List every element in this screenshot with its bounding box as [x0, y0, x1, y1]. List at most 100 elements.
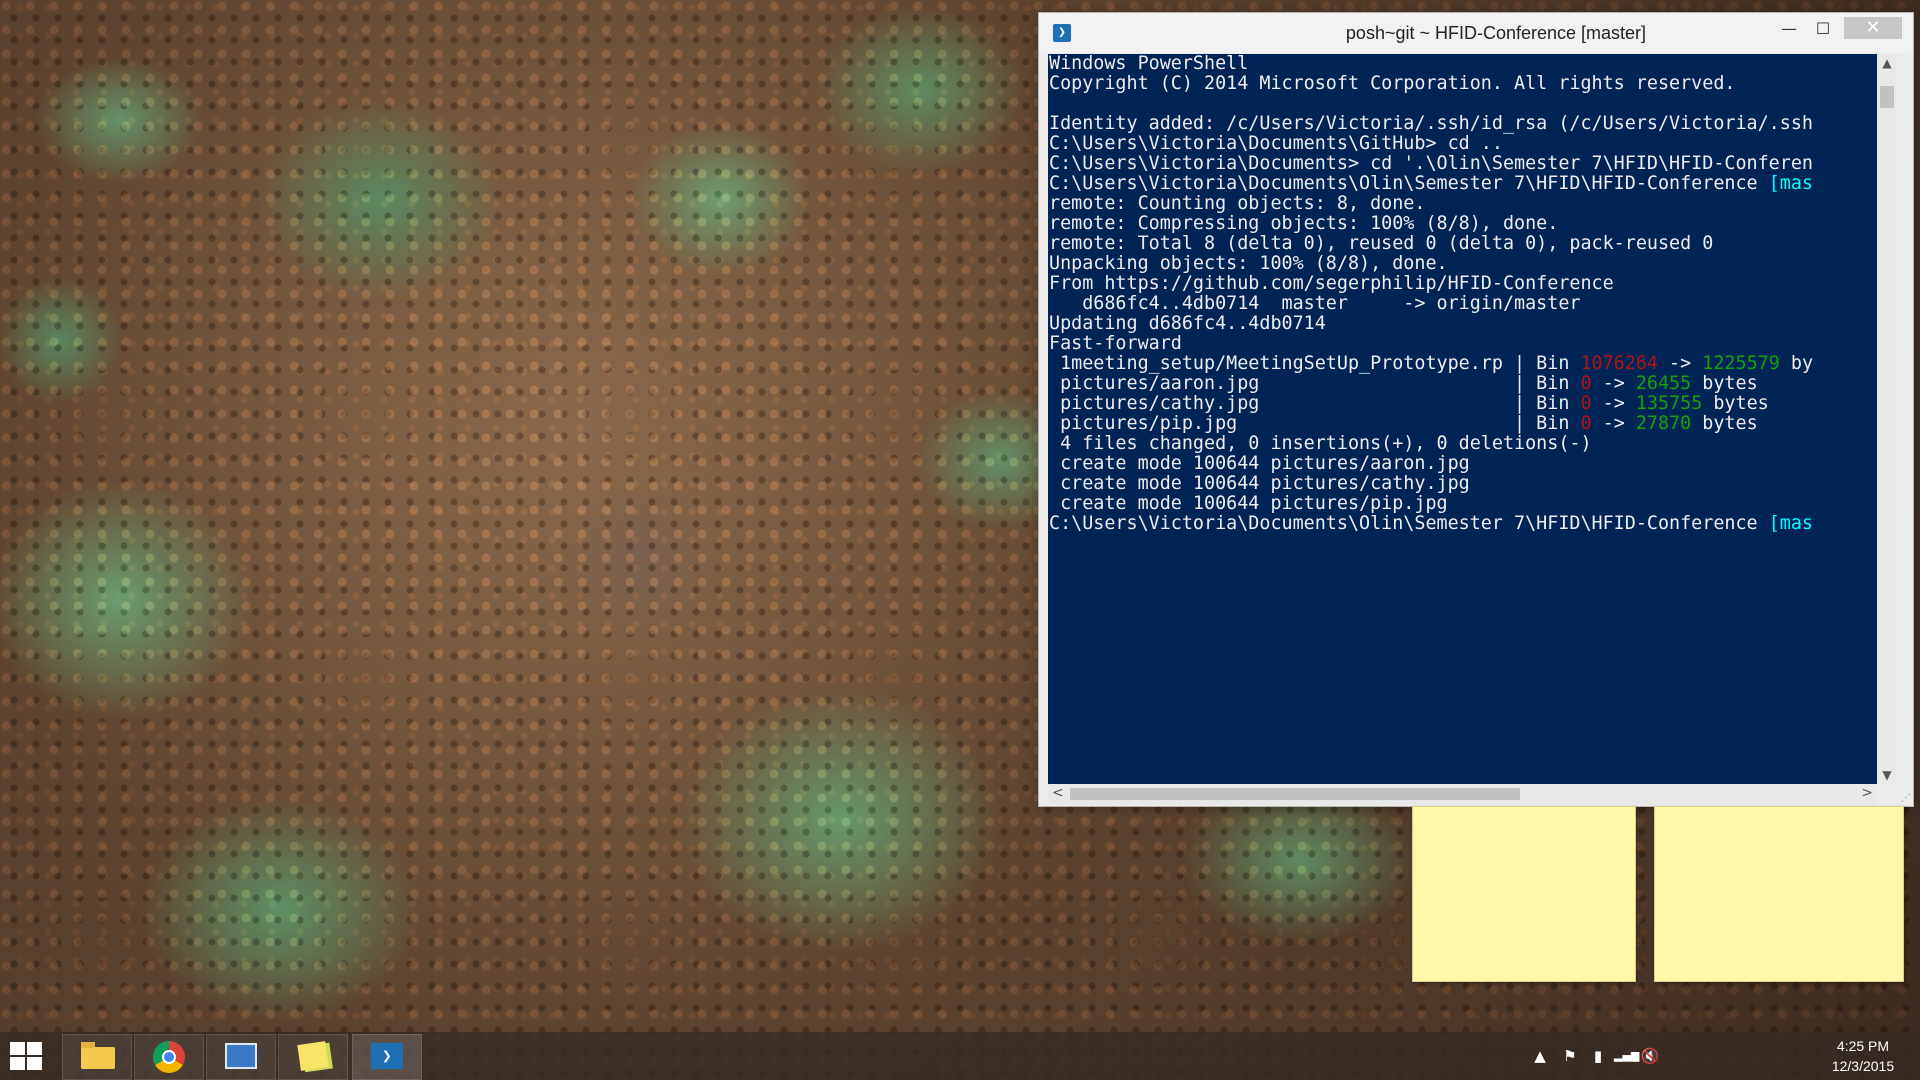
taskbar-control-panel[interactable]	[206, 1034, 276, 1080]
taskbar: ❯ ▲ ⚑ ▮ ▂▄▆ 🔇 4:25 PM 12/3/2015	[0, 1032, 1920, 1080]
console-segment: 27870	[1635, 413, 1692, 434]
taskbar-chrome[interactable]	[134, 1034, 204, 1080]
battery-icon[interactable]: ▮	[1588, 1044, 1608, 1068]
console-segment: create mode 100644 pictures/cathy.jpg	[1049, 473, 1470, 494]
console-segment: C:\Users\Victoria\Documents> cd '.\Olin\…	[1049, 153, 1813, 174]
console-segment: Updating d686fc4..4db0714	[1049, 313, 1326, 334]
console-segment: C:\Users\Victoria\Documents\Olin\Semeste…	[1049, 173, 1769, 194]
console-segment: 0	[1580, 393, 1592, 414]
control-panel-icon	[225, 1043, 257, 1069]
console-line: pictures/cathy.jpg | Bin 0 -> 135755 byt…	[1049, 393, 1769, 414]
minimize-button[interactable]: —	[1773, 17, 1805, 41]
scroll-right-arrow-icon[interactable]: >	[1861, 785, 1873, 801]
console-line: C:\Users\Victoria\Documents\Olin\Semeste…	[1049, 513, 1813, 534]
taskbar-sticky-notes[interactable]	[278, 1034, 348, 1080]
console-segment: C:\Users\Victoria\Documents\GitHub> cd .…	[1049, 133, 1503, 154]
console-segment: Identity added: /c/Users/Victoria/.ssh/i…	[1049, 113, 1813, 134]
console-segment: Unpacking objects: 100% (8/8), done.	[1049, 253, 1448, 274]
console-segment: 4 files changed, 0 insertions(+), 0 dele…	[1049, 433, 1592, 454]
show-hidden-icons-chevron-icon[interactable]: ▲	[1530, 1044, 1550, 1068]
console-segment: remote: Compressing objects: 100% (8/8),…	[1049, 213, 1559, 234]
console-segment: pictures/aaron.jpg | Bin	[1049, 373, 1581, 394]
console-line: Identity added: /c/Users/Victoria/.ssh/i…	[1049, 113, 1813, 134]
console-segment: remote: Total 8 (delta 0), reused 0 (del…	[1049, 233, 1714, 254]
action-center-flag-icon[interactable]: ⚑	[1560, 1044, 1580, 1068]
console-line: remote: Compressing objects: 100% (8/8),…	[1049, 213, 1558, 234]
window-titlebar[interactable]: ❯ posh~git ~ HFID-Conference [master] — …	[1039, 13, 1913, 53]
windows-logo-pane	[27, 1057, 42, 1070]
console-segment: bytes	[1702, 393, 1769, 414]
console-line: 1meeting_setup/MeetingSetUp_Prototype.rp…	[1049, 353, 1813, 374]
console-line: Fast-forward	[1049, 333, 1182, 354]
sticky-note[interactable]	[1654, 806, 1904, 982]
vertical-scrollbar[interactable]: ▲ ▼	[1877, 54, 1897, 784]
console-segment: 1225579	[1702, 353, 1780, 374]
windows-logo-pane	[10, 1057, 25, 1070]
maximize-button[interactable]: ☐	[1807, 17, 1839, 41]
console-segment: pictures/pip.jpg | Bin	[1049, 413, 1581, 434]
console-segment: d686fc4..4db0714 master -> origin/master	[1049, 293, 1581, 314]
console-segment: 0	[1580, 373, 1592, 394]
console-segment: ->	[1591, 393, 1636, 414]
sticky-notes-icon	[297, 1041, 329, 1071]
folder-icon	[81, 1042, 115, 1069]
console-segment: 1meeting_setup/MeetingSetUp_Prototype.rp…	[1049, 353, 1581, 374]
console-segment: ->	[1591, 373, 1636, 394]
console-line: remote: Counting objects: 8, done.	[1049, 193, 1425, 214]
console-segment: pictures/cathy.jpg | Bin	[1049, 393, 1581, 414]
console-line: create mode 100644 pictures/cathy.jpg	[1049, 473, 1470, 494]
console-segment: [mas	[1768, 173, 1813, 194]
start-button[interactable]	[8, 1040, 44, 1072]
console-line: C:\Users\Victoria\Documents\GitHub> cd .…	[1049, 133, 1503, 154]
console-line: pictures/aaron.jpg | Bin 0 -> 26455 byte…	[1049, 373, 1758, 394]
taskbar-file-explorer[interactable]	[62, 1034, 132, 1080]
volume-muted-icon[interactable]: 🔇	[1640, 1044, 1660, 1068]
console-line: 4 files changed, 0 insertions(+), 0 dele…	[1049, 433, 1592, 454]
scroll-left-arrow-icon[interactable]: <	[1052, 785, 1064, 801]
console-segment: C:\Users\Victoria\Documents\Olin\Semeste…	[1049, 513, 1769, 534]
console-segment: 0	[1580, 413, 1592, 434]
console-segment: Windows PowerShell	[1049, 54, 1249, 74]
scroll-up-arrow-icon[interactable]: ▲	[1877, 56, 1897, 70]
console-line: Unpacking objects: 100% (8/8), done.	[1049, 253, 1448, 274]
console-segment: by	[1779, 353, 1814, 374]
console-line: Updating d686fc4..4db0714	[1049, 313, 1326, 334]
scroll-down-arrow-icon[interactable]: ▼	[1877, 768, 1897, 782]
chrome-icon	[153, 1041, 185, 1073]
console-segment: 26455	[1635, 373, 1692, 394]
clock-date: 12/3/2015	[1831, 1058, 1895, 1074]
console-segment: 1076264	[1580, 353, 1658, 374]
taskbar-powershell[interactable]: ❯	[352, 1034, 422, 1080]
resize-grip-icon[interactable]: ⋰	[1901, 793, 1911, 804]
console-output[interactable]: Windows PowerShell Copyright (C) 2014 Mi…	[1048, 54, 1877, 784]
powershell-icon: ❯	[371, 1043, 403, 1069]
console-segment: ->	[1591, 413, 1636, 434]
horizontal-scroll-thumb[interactable]	[1070, 788, 1520, 800]
console-line: pictures/pip.jpg | Bin 0 -> 27870 bytes	[1049, 413, 1758, 434]
powershell-window[interactable]: ❯ posh~git ~ HFID-Conference [master] — …	[1038, 12, 1914, 807]
console-text: Windows PowerShell Copyright (C) 2014 Mi…	[1048, 54, 1877, 534]
windows-logo-pane	[27, 1042, 42, 1055]
console-line: C:\Users\Victoria\Documents\Olin\Semeste…	[1049, 173, 1813, 194]
console-line: remote: Total 8 (delta 0), reused 0 (del…	[1049, 233, 1713, 254]
sticky-note[interactable]	[1412, 806, 1636, 982]
console-segment: create mode 100644 pictures/pip.jpg	[1049, 493, 1448, 514]
windows-logo-icon	[10, 1042, 25, 1055]
console-line: create mode 100644 pictures/aaron.jpg	[1049, 453, 1470, 474]
console-line: Copyright (C) 2014 Microsoft Corporation…	[1049, 73, 1735, 94]
console-segment: ->	[1657, 353, 1703, 374]
console-segment: Copyright (C) 2014 Microsoft Corporation…	[1049, 73, 1736, 94]
horizontal-scrollbar[interactable]: < >	[1048, 784, 1877, 804]
clock-time: 4:25 PM	[1836, 1038, 1890, 1054]
console-line: create mode 100644 pictures/pip.jpg	[1049, 493, 1448, 514]
close-button[interactable]: ✕	[1844, 17, 1902, 39]
console-segment: 135755	[1635, 393, 1703, 414]
console-segment: Fast-forward	[1049, 333, 1182, 354]
network-signal-icon[interactable]: ▂▄▆	[1614, 1044, 1639, 1068]
vertical-scroll-thumb[interactable]	[1880, 86, 1894, 108]
console-line: C:\Users\Victoria\Documents> cd '.\Olin\…	[1049, 153, 1813, 174]
console-segment: bytes	[1691, 413, 1758, 434]
taskbar-clock[interactable]: 4:25 PM 12/3/2015	[1818, 1036, 1908, 1076]
console-segment: [mas	[1768, 513, 1813, 534]
console-segment: create mode 100644 pictures/aaron.jpg	[1049, 453, 1470, 474]
